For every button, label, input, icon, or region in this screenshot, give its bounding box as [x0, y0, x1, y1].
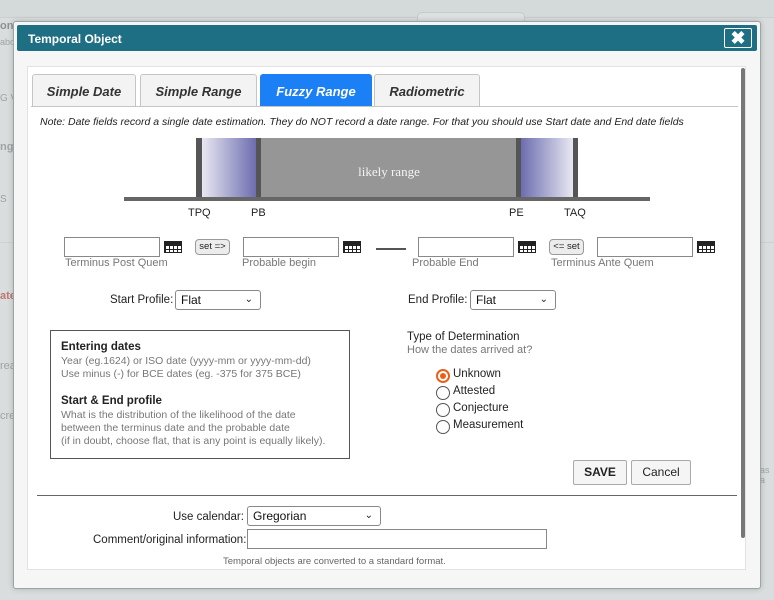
chevron-down-icon: ⌄: [364, 510, 373, 521]
diagram-baseline: [124, 197, 650, 201]
radio-label-conjecture: Conjecture: [453, 402, 509, 414]
calendar-label: Use calendar:: [173, 511, 244, 523]
chevron-down-icon: ⌄: [244, 294, 253, 305]
tab-radiometric[interactable]: Radiometric: [374, 74, 480, 107]
help-text: between the terminus date and the probab…: [61, 422, 290, 434]
taq-label: TAQ: [564, 207, 586, 219]
dialog-titlebar: Temporal Object ✖: [17, 25, 757, 51]
radio-label-unknown: Unknown: [453, 368, 501, 380]
tpq-field-label: Terminus Post Quem: [65, 257, 168, 269]
radio-label-attested: Attested: [453, 385, 496, 397]
taq-marker: [573, 138, 578, 199]
start-profile-select[interactable]: Flat ⌄: [175, 290, 261, 310]
start-profile-label: Start Profile:: [110, 294, 174, 306]
pb-calendar-icon[interactable]: [343, 241, 361, 253]
tpq-input[interactable]: [64, 237, 160, 257]
pb-label: PB: [251, 207, 266, 219]
format-footnote: Temporal objects are converted to a stan…: [223, 556, 446, 567]
tab-simple-range[interactable]: Simple Range: [140, 74, 257, 107]
determination-title: Type of Determination: [407, 331, 520, 343]
set-back-button[interactable]: <= set: [549, 239, 584, 255]
pe-input[interactable]: [418, 237, 514, 257]
pe-calendar-icon[interactable]: [518, 241, 536, 253]
taq-calendar-icon[interactable]: [697, 241, 715, 253]
comment-label: Comment/original information:: [93, 534, 247, 546]
section-divider: [37, 495, 737, 496]
tpq-calendar-icon[interactable]: [164, 241, 182, 253]
tab-simple-date[interactable]: Simple Date: [32, 74, 136, 107]
pb-field-label: Probable begin: [242, 257, 317, 269]
end-profile-label: End Profile:: [408, 294, 468, 306]
start-profile-value: Flat: [181, 293, 202, 307]
radio-attested[interactable]: [436, 386, 450, 400]
help-heading-entering-dates: Entering dates: [61, 341, 141, 353]
radio-unknown[interactable]: [436, 369, 450, 383]
end-profile-value: Flat: [476, 293, 497, 307]
scrollbar[interactable]: [741, 68, 745, 538]
tab-underline: [31, 106, 738, 107]
start-gradient: [202, 138, 256, 199]
radio-measurement[interactable]: [436, 420, 450, 434]
pe-field-label: Probable End: [412, 257, 479, 269]
calendar-value: Gregorian: [253, 509, 307, 523]
pe-label: PE: [509, 207, 524, 219]
tab-fuzzy-range[interactable]: Fuzzy Range: [260, 74, 372, 107]
determination-subtitle: How the dates arrived at?: [407, 344, 533, 356]
set-forward-button[interactable]: set =>: [195, 239, 230, 255]
end-profile-select[interactable]: Flat ⌄: [470, 290, 556, 310]
radio-conjecture[interactable]: [436, 403, 450, 417]
help-box: Entering dates Year (eg.1624) or ISO dat…: [50, 330, 350, 459]
likely-range-label: likely range: [358, 164, 420, 179]
help-text: (if in doubt, choose flat, that is any p…: [61, 435, 326, 447]
comment-input[interactable]: [247, 529, 547, 549]
temporal-object-dialog: Temporal Object ✖ Simple Date Simple Ran…: [13, 21, 761, 589]
taq-input[interactable]: [597, 237, 693, 257]
save-button[interactable]: SAVE: [573, 460, 627, 485]
cancel-button[interactable]: Cancel: [631, 460, 691, 485]
chevron-down-icon: ⌄: [539, 294, 548, 305]
calendar-select[interactable]: Gregorian ⌄: [247, 506, 381, 526]
dialog-title: Temporal Object: [28, 32, 122, 46]
radio-label-measurement: Measurement: [453, 419, 524, 431]
end-gradient: [521, 138, 573, 199]
tpq-label: TPQ: [188, 207, 211, 219]
help-heading-profile: Start & End profile: [61, 395, 162, 407]
date-fields-note: Note: Date fields record a single date e…: [40, 116, 684, 128]
help-text: Year (eg.1624) or ISO date (yyyy-mm or y…: [61, 355, 311, 367]
range-dash: [376, 248, 406, 250]
taq-field-label: Terminus Ante Quem: [551, 257, 654, 269]
help-text: What is the distribution of the likeliho…: [61, 409, 296, 421]
help-text: Use minus (-) for BCE dates (eg. -375 fo…: [61, 368, 301, 380]
pb-input[interactable]: [243, 237, 339, 257]
close-button[interactable]: ✖: [724, 28, 752, 48]
